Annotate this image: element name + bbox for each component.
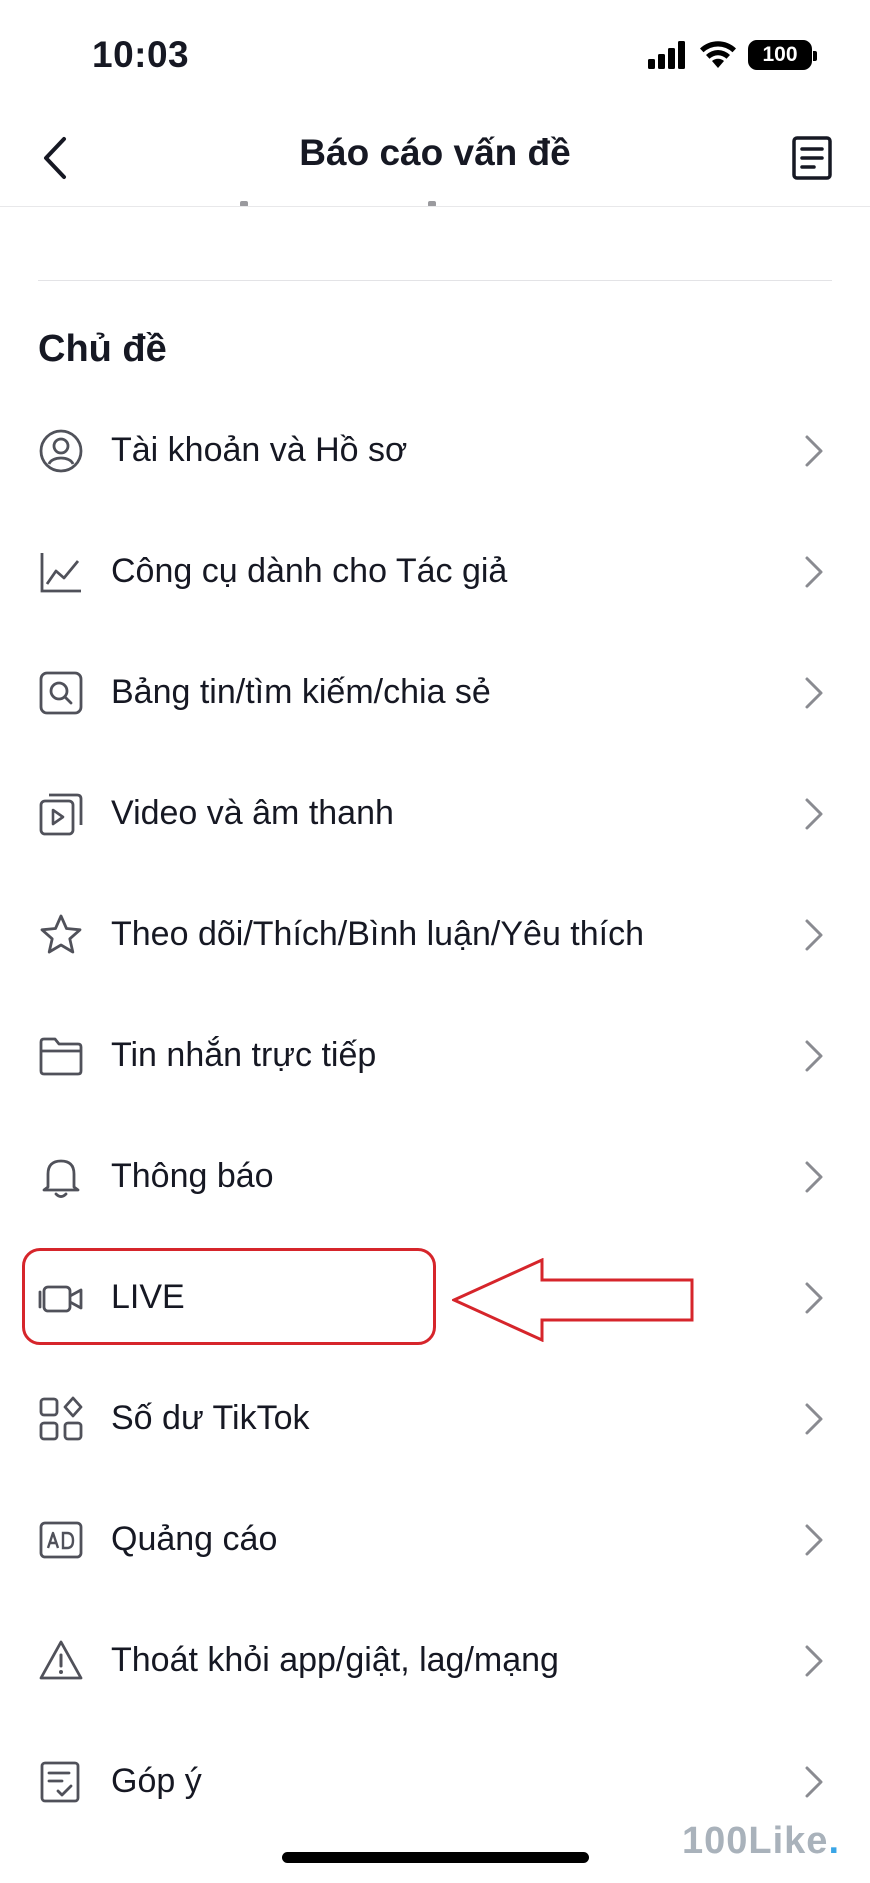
topic-label: Quảng cáo <box>111 1520 278 1558</box>
warning-triangle-icon <box>38 1638 84 1684</box>
status-icons: 100 <box>648 40 817 70</box>
topic-label: Tin nhắn trực tiếp <box>111 1036 377 1074</box>
battery-indicator: 100 <box>748 40 817 70</box>
chevron-right-icon <box>802 1157 826 1197</box>
ad-icon <box>38 1517 84 1563</box>
chevron-right-icon <box>802 1762 826 1802</box>
page-title: Báo cáo vấn đề <box>299 132 571 173</box>
user-circle-icon <box>38 428 84 474</box>
feedback-icon <box>38 1759 84 1805</box>
document-list-icon <box>792 136 832 180</box>
topic-label: Góp ý <box>111 1762 202 1800</box>
scrolled-content-edge <box>130 194 630 206</box>
report-history-button[interactable] <box>784 128 840 188</box>
topic-label: Thông báo <box>111 1157 274 1195</box>
chevron-right-icon <box>802 794 826 834</box>
topic-label: Số dư TikTok <box>111 1399 310 1437</box>
wifi-icon <box>700 41 736 68</box>
chevron-right-icon <box>802 552 826 592</box>
status-time: 10:03 <box>92 34 190 75</box>
topic-label: Bảng tin/tìm kiếm/chia sẻ <box>111 673 491 711</box>
topic-item-account-profile[interactable]: Tài khoản và Hồ sơ <box>0 390 870 511</box>
watermark-dot: . <box>828 1820 840 1862</box>
topic-item-video-audio[interactable]: Video và âm thanh <box>0 753 870 874</box>
topic-label: Thoát khỏi app/giật, lag/mạng <box>111 1641 559 1679</box>
topic-item-feed-search-share[interactable]: Bảng tin/tìm kiếm/chia sẻ <box>0 632 870 753</box>
home-indicator <box>282 1852 589 1863</box>
topic-item-tiktok-balance[interactable]: Số dư TikTok <box>0 1358 870 1479</box>
annotation-highlight-box <box>22 1248 436 1345</box>
chevron-right-icon <box>802 431 826 471</box>
star-icon <box>38 912 84 958</box>
video-play-icon <box>38 791 84 837</box>
search-box-icon <box>38 670 84 716</box>
chevron-right-icon <box>802 1399 826 1439</box>
chevron-right-icon <box>802 1641 826 1681</box>
topic-item-direct-messages[interactable]: Tin nhắn trực tiếp <box>0 995 870 1116</box>
apps-grid-icon <box>38 1396 84 1442</box>
chevron-right-icon <box>802 1520 826 1560</box>
status-bar: 10:03 100 <box>0 0 870 110</box>
cellular-signal-icon <box>648 41 685 69</box>
folder-icon <box>38 1033 84 1079</box>
topic-label: Tài khoản và Hồ sơ <box>111 431 408 469</box>
chevron-right-icon <box>802 673 826 713</box>
divider <box>38 280 832 281</box>
watermark: 100Like. <box>682 1820 840 1863</box>
chevron-right-icon <box>802 1278 826 1318</box>
topic-item-ads[interactable]: Quảng cáo <box>0 1479 870 1600</box>
bell-icon <box>38 1154 84 1200</box>
topic-label: Video và âm thanh <box>111 794 394 832</box>
chevron-right-icon <box>802 1036 826 1076</box>
annotation-arrow-icon <box>452 1258 694 1342</box>
topic-label: Công cụ dành cho Tác giả <box>111 552 508 590</box>
section-title: Chủ đề <box>38 328 167 370</box>
nav-bar: Báo cáo vấn đề <box>0 110 870 207</box>
topic-item-creator-tools[interactable]: Công cụ dành cho Tác giả <box>0 511 870 632</box>
topic-label: Theo dõi/Thích/Bình luận/Yêu thích <box>111 915 645 953</box>
topic-item-follow-like-comment[interactable]: Theo dõi/Thích/Bình luận/Yêu thích <box>0 874 870 995</box>
watermark-text: 100Like <box>681 1820 829 1862</box>
topic-item-notifications[interactable]: Thông báo <box>0 1116 870 1237</box>
chevron-right-icon <box>802 915 826 955</box>
topic-item-app-crash-lag[interactable]: Thoát khỏi app/giật, lag/mạng <box>0 1600 870 1721</box>
chart-line-icon <box>38 549 84 595</box>
